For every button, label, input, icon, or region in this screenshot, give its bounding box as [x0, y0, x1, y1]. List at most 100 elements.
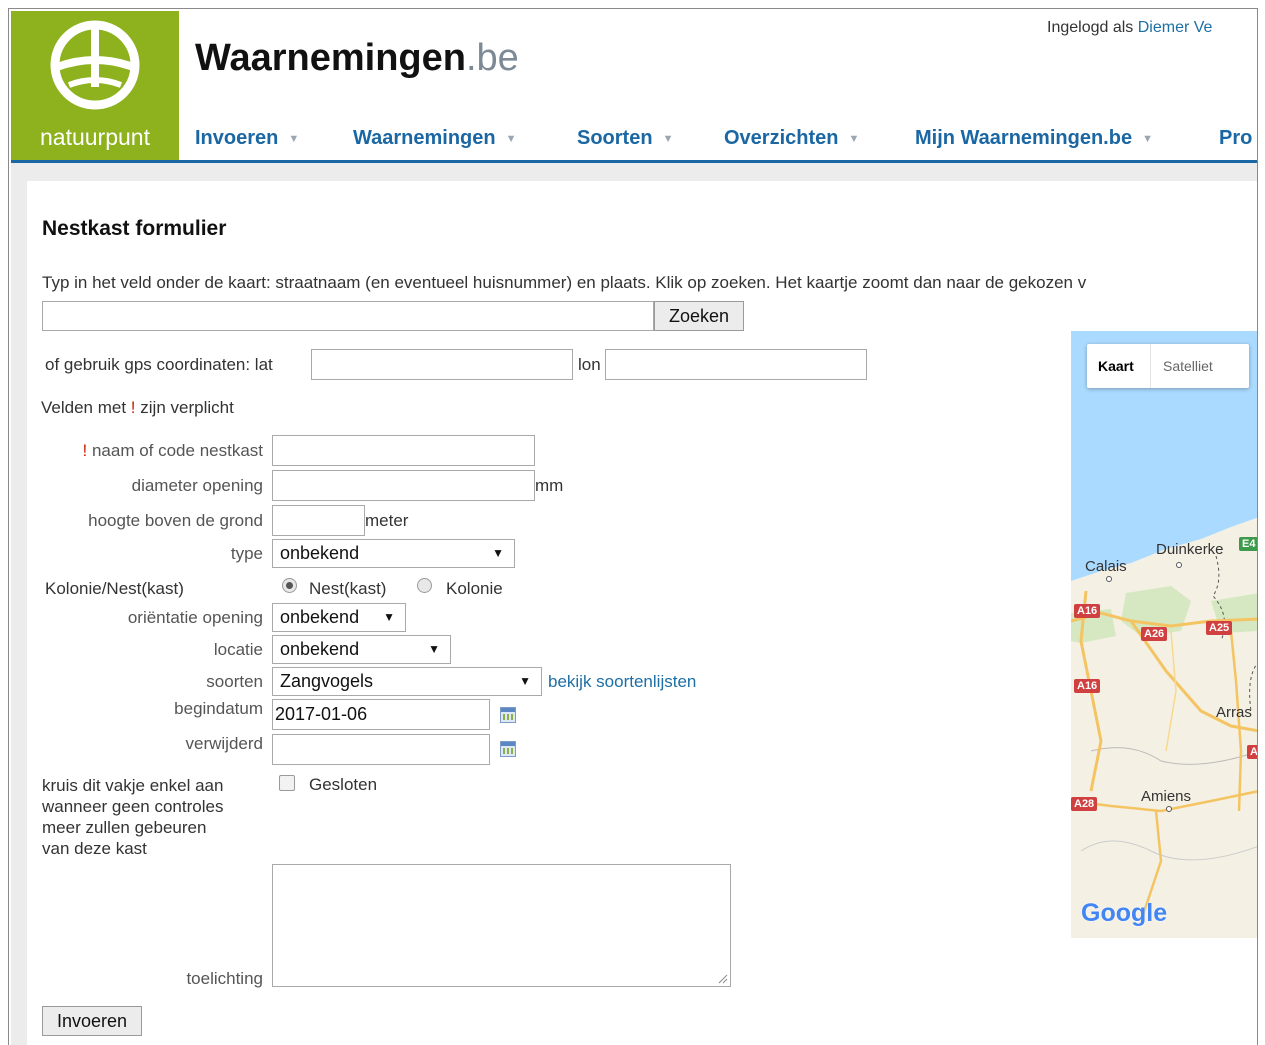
nav-invoeren[interactable]: Invoeren ▼	[195, 127, 299, 150]
map-road-label: A16	[1074, 604, 1101, 618]
start-date-label: begindatum	[174, 699, 263, 718]
page-title: Nestkast formulier	[42, 217, 227, 240]
type-label: type	[230, 544, 263, 563]
species-list-link[interactable]: bekijk soortenlijsten	[548, 672, 696, 692]
location-value: onbekend	[280, 639, 360, 659]
login-prefix: Ingelogd als	[1047, 19, 1134, 36]
location-label: locatie	[213, 640, 263, 659]
nav-label: Pro	[1219, 127, 1253, 149]
map-road-label: E4	[1239, 537, 1257, 551]
header-band	[11, 163, 1257, 181]
height-label: hoogte boven de grond	[88, 511, 263, 530]
closed-note-line: wanneer geen controles	[42, 797, 224, 816]
logo-text: natuurpunt	[40, 124, 150, 150]
chevron-down-icon: ▼	[505, 133, 517, 145]
nav-label: Mijn Waarnemingen.be	[915, 127, 1133, 149]
site-name: Waarnemingen	[195, 37, 466, 79]
search-button[interactable]: Zoeken	[654, 301, 744, 331]
orientation-label: oriëntatie opening	[127, 608, 263, 627]
closed-note: kruis dit vakje enkel aan wanneer geen c…	[42, 775, 223, 859]
nav-label: Soorten	[577, 127, 653, 149]
nav-waarnemingen[interactable]: Waarnemingen ▼	[353, 127, 517, 150]
browser-page: natuurpunt Waarnemingen.be Ingelogd als …	[8, 8, 1258, 1045]
orientation-select[interactable]: onbekend ▼	[272, 603, 406, 632]
chevron-down-icon: ▼	[288, 133, 300, 145]
map-tab-kaart[interactable]: Kaart	[1098, 358, 1134, 374]
map-tab-satelliet[interactable]: Satelliet	[1163, 358, 1213, 374]
colony-radio-label[interactable]: Kolonie	[446, 579, 503, 599]
login-user-link[interactable]: Diemer Ve	[1138, 19, 1213, 36]
longitude-label: lon	[578, 355, 601, 374]
map-label-calais: Calais	[1085, 558, 1127, 575]
nav-label: Waarnemingen	[353, 127, 496, 149]
colony-radio[interactable]	[417, 578, 432, 593]
login-status: Ingelogd als Diemer Ve	[1047, 19, 1212, 37]
nav-label: Invoeren	[195, 127, 279, 149]
map-type-control: Kaart Satelliet	[1087, 344, 1249, 388]
nav-pro[interactable]: Pro	[1219, 127, 1252, 150]
resize-handle-icon[interactable]	[718, 974, 728, 984]
required-note-pre: Velden met	[41, 398, 127, 417]
map-road-label: A16	[1074, 679, 1101, 693]
map-tab-divider	[1150, 344, 1151, 388]
chevron-down-icon: ▼	[1142, 133, 1153, 145]
required-mark: !	[130, 398, 136, 417]
closed-checkbox[interactable]	[279, 775, 295, 791]
natuurpunt-emblem-icon	[50, 20, 140, 110]
map-label-duinkerke: Duinkerke	[1156, 541, 1224, 558]
dropdown-arrow-icon: ▼	[428, 642, 440, 656]
google-logo: Google	[1081, 899, 1168, 927]
chevron-down-icon: ▼	[848, 133, 860, 145]
type-select[interactable]: onbekend ▼	[272, 539, 515, 568]
nav-soorten[interactable]: Soorten ▼	[577, 127, 673, 150]
name-label: ! naam of code nestkast	[82, 441, 263, 461]
type-value: onbekend	[280, 543, 360, 563]
intro-text: Typ in het veld onder de kaart: straatna…	[42, 273, 1087, 292]
natuurpunt-logo[interactable]: natuurpunt	[11, 11, 179, 161]
map-label-arras: Arras	[1216, 704, 1252, 721]
nest-radio-label[interactable]: Nest(kast)	[309, 579, 386, 599]
map-road-label: A	[1247, 745, 1257, 759]
diameter-label: diameter opening	[131, 476, 263, 495]
required-mark: !	[82, 441, 88, 460]
map-road-label: A26	[1141, 627, 1168, 641]
dropdown-arrow-icon: ▼	[383, 610, 395, 624]
nest-radio[interactable]	[282, 578, 297, 593]
closed-checkbox-label[interactable]: Gesloten	[309, 775, 377, 795]
diameter-input[interactable]	[272, 470, 535, 501]
closed-note-line: meer zullen gebeuren	[42, 818, 207, 837]
required-note-post: zijn verplicht	[140, 398, 234, 417]
height-input[interactable]	[272, 505, 365, 536]
calendar-icon[interactable]	[500, 707, 516, 723]
submit-button[interactable]: Invoeren	[42, 1006, 142, 1036]
site-tld: .be	[465, 37, 519, 79]
chevron-down-icon: ▼	[662, 133, 674, 145]
nestbox-name-input[interactable]	[272, 435, 535, 466]
location-select[interactable]: onbekend ▼	[272, 635, 451, 664]
orientation-value: onbekend	[280, 607, 360, 627]
site-title[interactable]: Waarnemingen.be	[195, 37, 519, 80]
map-label-amiens: Amiens	[1141, 788, 1192, 805]
dropdown-arrow-icon: ▼	[492, 546, 504, 560]
removed-date-input[interactable]	[272, 734, 490, 765]
left-gutter	[11, 181, 27, 1045]
colony-label: Kolonie/Nest(kast)	[45, 579, 184, 598]
map-road-label: A28	[1071, 797, 1098, 811]
gps-label: of gebruik gps coordinaten: lat	[45, 355, 273, 374]
remarks-label: toelichting	[186, 969, 263, 988]
remarks-textarea[interactable]	[272, 864, 731, 987]
longitude-input[interactable]	[605, 349, 867, 380]
map-view[interactable]: Kaart Satelliet Calais Duinkerke Arras A…	[1071, 331, 1257, 938]
nav-label: Overzichten	[724, 127, 839, 149]
start-date-input[interactable]: 2017-01-06	[272, 699, 490, 730]
address-search-input[interactable]	[42, 301, 654, 331]
calendar-icon[interactable]	[500, 741, 516, 757]
latitude-input[interactable]	[311, 349, 573, 380]
nav-mijn-waarnemingen[interactable]: Mijn Waarnemingen.be ▼	[915, 127, 1153, 150]
species-label: soorten	[206, 672, 263, 691]
nav-overzichten[interactable]: Overzichten ▼	[724, 127, 859, 150]
species-value: Zangvogels	[280, 671, 374, 691]
height-unit: meter	[365, 511, 409, 530]
species-select[interactable]: Zangvogels ▼	[272, 667, 542, 696]
removed-date-label: verwijderd	[185, 734, 263, 753]
